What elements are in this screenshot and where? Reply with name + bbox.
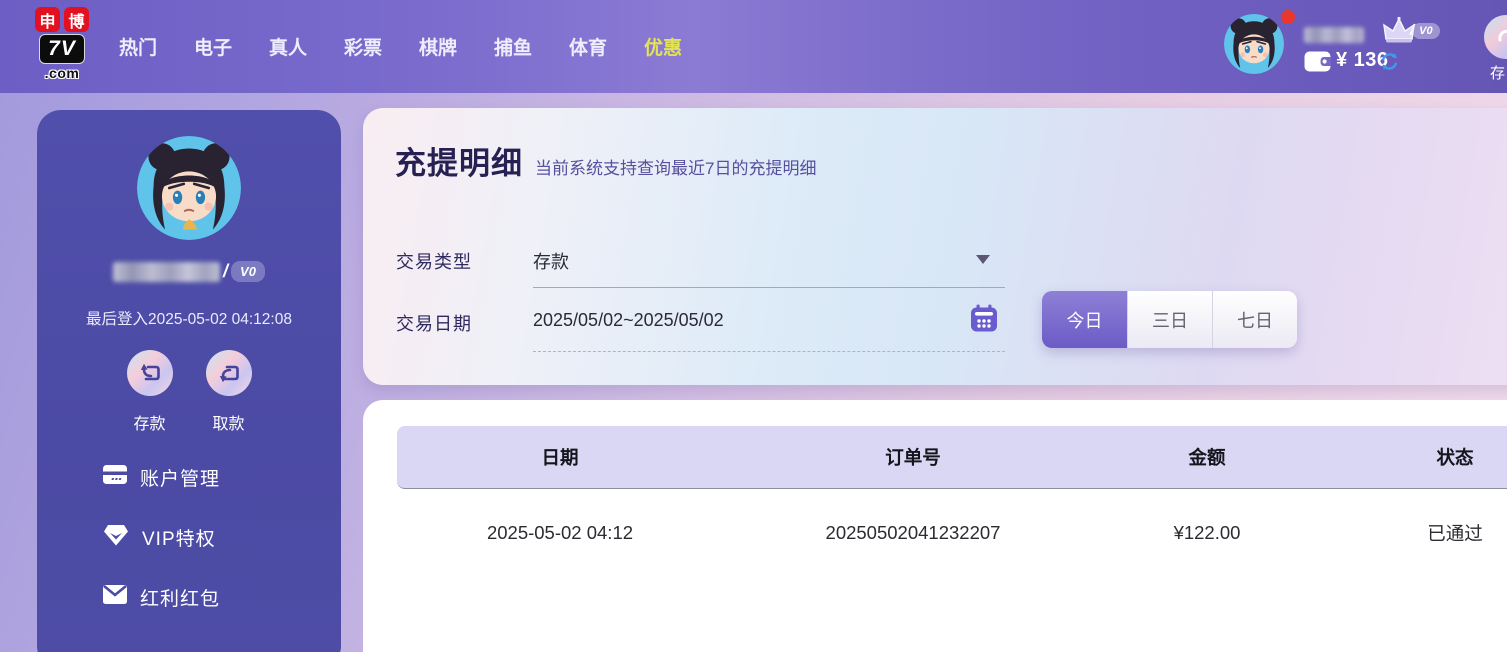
- navbar: 申 博 7V .com 热门 电子 真人 彩票 棋牌 捕鱼 体育 优惠: [0, 0, 1507, 93]
- sidebar-item-bonus[interactable]: 红利红包: [103, 585, 323, 609]
- results-card: 日期 订单号 金额 状态 2025-05-02 04:12 2025050204…: [363, 400, 1507, 652]
- sidebar-username-row: / V0: [37, 261, 341, 282]
- date-range-segmented-control: 今日 三日 七日: [1042, 291, 1297, 348]
- chevron-down-icon[interactable]: [976, 255, 990, 264]
- logo-main-text: 7V: [39, 34, 85, 64]
- logo-badges: 申 博: [35, 7, 89, 32]
- vip-gem-icon: [103, 523, 129, 552]
- page: 申 博 7V .com 热门 电子 真人 彩票 棋牌 捕鱼 体育 优惠: [0, 0, 1507, 652]
- transaction-type-select[interactable]: 存款: [533, 248, 569, 274]
- quick-actions: 存款 取款: [37, 350, 341, 434]
- deposit-icon: [127, 350, 173, 396]
- sidebar-avatar: [137, 136, 241, 240]
- sidebar-item-vip[interactable]: VIP特权: [103, 525, 323, 549]
- wallet-icon: [1304, 51, 1331, 77]
- page-title: 充提明细: [395, 138, 523, 183]
- account-card-icon: [103, 465, 127, 489]
- header-amount: 金额: [1103, 444, 1311, 470]
- username-blurred: [1304, 27, 1364, 43]
- header-order-number: 订单号: [723, 444, 1103, 470]
- logo-badge-1: 申: [35, 7, 60, 32]
- cell-status: 已通过: [1311, 520, 1507, 546]
- red-packet-icon: [103, 585, 127, 609]
- sidebar-menu: 账户管理 VIP特权 红利红包: [103, 465, 323, 645]
- nav-item-slots[interactable]: 电子: [194, 33, 232, 60]
- cell-amount: ¥122.00: [1103, 522, 1311, 544]
- vip-pill: V0: [1412, 23, 1439, 39]
- sidebar-vip-pill: V0: [231, 261, 265, 282]
- sidebar-item-account-label: 账户管理: [140, 464, 220, 491]
- withdraw-icon: [206, 350, 252, 396]
- refresh-balance-icon[interactable]: [1379, 51, 1400, 72]
- nav-item-lottery[interactable]: 彩票: [344, 33, 382, 60]
- table-row: 2025-05-02 04:12 20250502041232207 ¥122.…: [397, 490, 1507, 576]
- filter-card: 充提明细 当前系统支持查询最近7日的充提明细 交易类型 存款 交易日期 2025…: [363, 108, 1507, 385]
- sidebar-item-vip-label: VIP特权: [142, 524, 216, 551]
- floating-deposit-button[interactable]: 存: [1484, 15, 1507, 83]
- range-button-today[interactable]: 今日: [1042, 291, 1127, 348]
- header-status: 状态: [1311, 444, 1507, 470]
- nav-item-promos[interactable]: 优惠: [644, 33, 682, 60]
- nav-item-sports[interactable]: 体育: [569, 33, 607, 60]
- transaction-date-input[interactable]: 2025/05/02~2025/05/02: [533, 310, 724, 331]
- calendar-icon[interactable]: [969, 303, 999, 338]
- transaction-type-label: 交易类型: [396, 248, 472, 274]
- nav-item-live[interactable]: 真人: [269, 33, 307, 60]
- user-avatar[interactable]: [1224, 14, 1284, 74]
- withdraw-button[interactable]: 取款: [206, 350, 252, 434]
- header-date: 日期: [397, 444, 723, 470]
- logo-badge-2: 博: [64, 7, 89, 32]
- main-nav: 热门 电子 真人 彩票 棋牌 捕鱼 体育 优惠: [119, 0, 682, 93]
- floating-deposit-icon: [1484, 15, 1507, 59]
- page-title-row: 充提明细 当前系统支持查询最近7日的充提明细: [395, 138, 816, 183]
- nav-item-cards[interactable]: 棋牌: [419, 33, 457, 60]
- page-subtitle: 当前系统支持查询最近7日的充提明细: [535, 154, 816, 179]
- date-field-underline: [533, 351, 1005, 352]
- range-button-3days[interactable]: 三日: [1127, 291, 1212, 348]
- sidebar-username-blurred: [113, 262, 220, 282]
- site-logo[interactable]: 申 博 7V .com: [27, 7, 97, 80]
- cell-date: 2025-05-02 04:12: [397, 522, 723, 544]
- last-login-text: 最后登入2025-05-02 04:12:08: [37, 307, 341, 329]
- sidebar-item-bonus-label: 红利红包: [140, 584, 220, 611]
- avatar-image: [1224, 14, 1284, 74]
- nav-item-fishing[interactable]: 捕鱼: [494, 33, 532, 60]
- deposit-button[interactable]: 存款: [127, 350, 173, 434]
- deposit-label: 存款: [133, 410, 165, 434]
- transaction-date-label: 交易日期: [396, 310, 472, 336]
- range-button-7days[interactable]: 七日: [1212, 291, 1297, 348]
- notification-dot: [1281, 10, 1295, 24]
- sidebar: / V0 最后登入2025-05-02 04:12:08 存款: [37, 110, 341, 652]
- cell-order-number: 20250502041232207: [723, 522, 1103, 544]
- vip-level-badge: / V0: [1410, 22, 1440, 39]
- type-field-underline: [533, 287, 1005, 288]
- sidebar-item-account[interactable]: 账户管理: [103, 465, 323, 489]
- table-header: 日期 订单号 金额 状态: [397, 426, 1507, 489]
- sidebar-vip-slash: /: [223, 261, 228, 282]
- logo-suffix-text: .com: [45, 66, 80, 80]
- nav-item-hot[interactable]: 热门: [119, 33, 157, 60]
- floating-deposit-label: 存: [1490, 62, 1507, 83]
- withdraw-label: 取款: [212, 410, 244, 434]
